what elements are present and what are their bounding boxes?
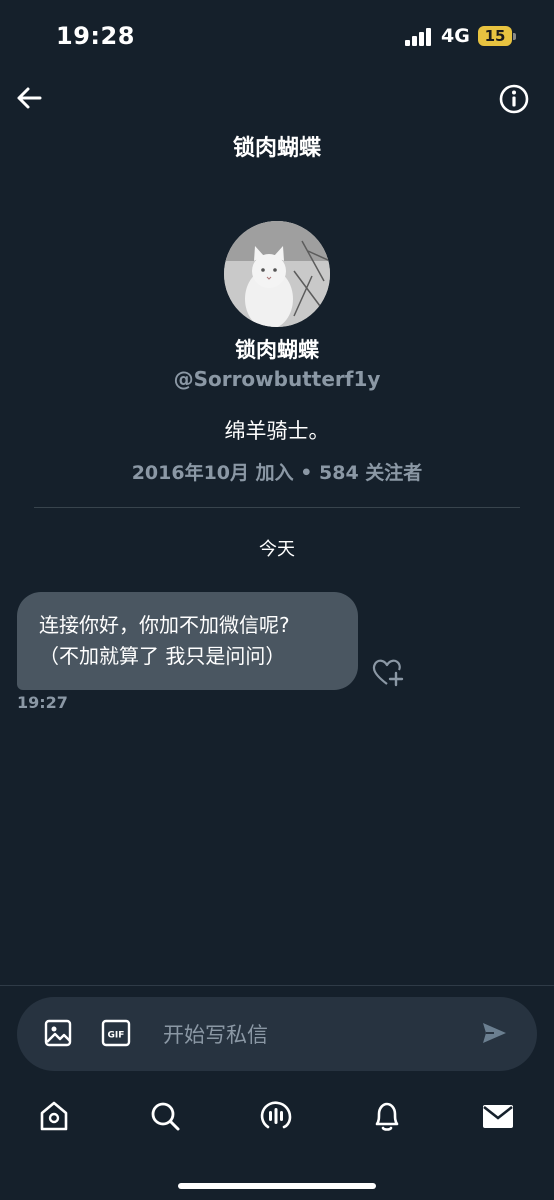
message-bubble[interactable]: 连接你好，你加不加微信呢? （不加就算了 我只是问问）	[17, 592, 358, 690]
profile-name[interactable]: 锁肉蝴蝶	[0, 334, 554, 364]
profile-bio: 绵羊骑士。	[224, 419, 330, 443]
day-label: 今天	[259, 539, 295, 560]
spaces-icon[interactable]	[259, 1099, 293, 1133]
message-line: （不加就算了 我只是问问）	[39, 644, 286, 668]
back-arrow-icon[interactable]	[14, 83, 44, 113]
message-composer[interactable]	[17, 997, 537, 1071]
battery-level: 15	[484, 27, 506, 45]
message-time: 19:27	[17, 693, 68, 712]
status-time: 19:28	[56, 22, 135, 50]
conversation-title: 锁肉蝴蝶	[232, 136, 321, 161]
signal-icon	[405, 28, 431, 46]
profile-handle[interactable]: @Sorrowbutterf1y	[0, 367, 554, 391]
home-icon[interactable]	[37, 1099, 71, 1133]
cat-avatar-image	[224, 221, 330, 327]
home-indicator[interactable]	[178, 1183, 376, 1189]
message-input[interactable]: 开始写私信	[163, 1019, 268, 1049]
avatar[interactable]	[224, 221, 330, 327]
notifications-icon[interactable]	[370, 1099, 404, 1133]
gif-icon[interactable]: GIF	[101, 1018, 131, 1048]
battery-icon: 15	[478, 26, 516, 46]
search-icon[interactable]	[148, 1099, 182, 1133]
network-type: 4G	[441, 25, 470, 47]
image-icon[interactable]	[43, 1018, 73, 1048]
profile-meta: 2016年10月 加入 • 584 关注者	[131, 462, 423, 484]
message-line: 连接你好，你加不加微信呢?	[39, 613, 290, 637]
info-icon[interactable]	[498, 83, 530, 115]
divider	[34, 507, 520, 508]
svg-text:GIF: GIF	[108, 1031, 125, 1041]
composer-divider	[0, 985, 554, 986]
heart-plus-icon[interactable]	[370, 657, 404, 687]
messages-icon[interactable]	[481, 1099, 515, 1133]
send-icon[interactable]	[480, 1019, 508, 1047]
